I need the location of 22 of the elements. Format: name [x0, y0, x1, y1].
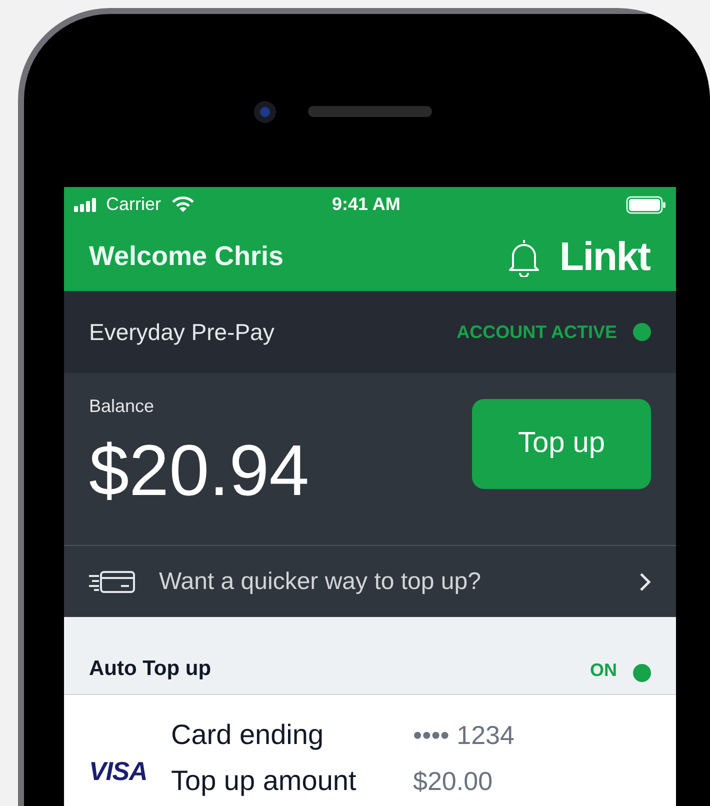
card-brand-logo: VISA	[89, 755, 148, 788]
card-detail-label: Top up amount	[171, 764, 358, 798]
wifi-icon	[171, 196, 196, 213]
card-detail-label: Card ending	[171, 718, 325, 752]
auto-top-up-title: Auto Top up	[89, 656, 212, 682]
promo-text: Want a quicker way to top up?	[159, 566, 481, 596]
battery-icon	[626, 196, 666, 214]
promo-row[interactable]: Want a quicker way to top up?	[64, 545, 676, 617]
brand-logo: Linkt	[559, 234, 650, 280]
front-camera-icon	[254, 101, 276, 123]
account-name: Everyday Pre-Pay	[89, 318, 274, 347]
carrier-name: Carrier	[106, 193, 162, 216]
balance-label: Balance	[89, 395, 156, 418]
card-detail-value: $20.00	[413, 764, 493, 798]
clock-time: 9:41 AM	[332, 193, 400, 216]
auto-top-up-status: ON	[590, 659, 617, 682]
fast-card-icon	[89, 570, 135, 594]
card-detail-value: •••• 1234	[413, 718, 514, 752]
balance-amount: $20.94	[89, 430, 310, 513]
account-status: ACCOUNT ACTIVE	[456, 320, 617, 344]
chevron-right-icon	[639, 572, 651, 592]
welcome-title: Welcome Chris	[89, 240, 284, 274]
